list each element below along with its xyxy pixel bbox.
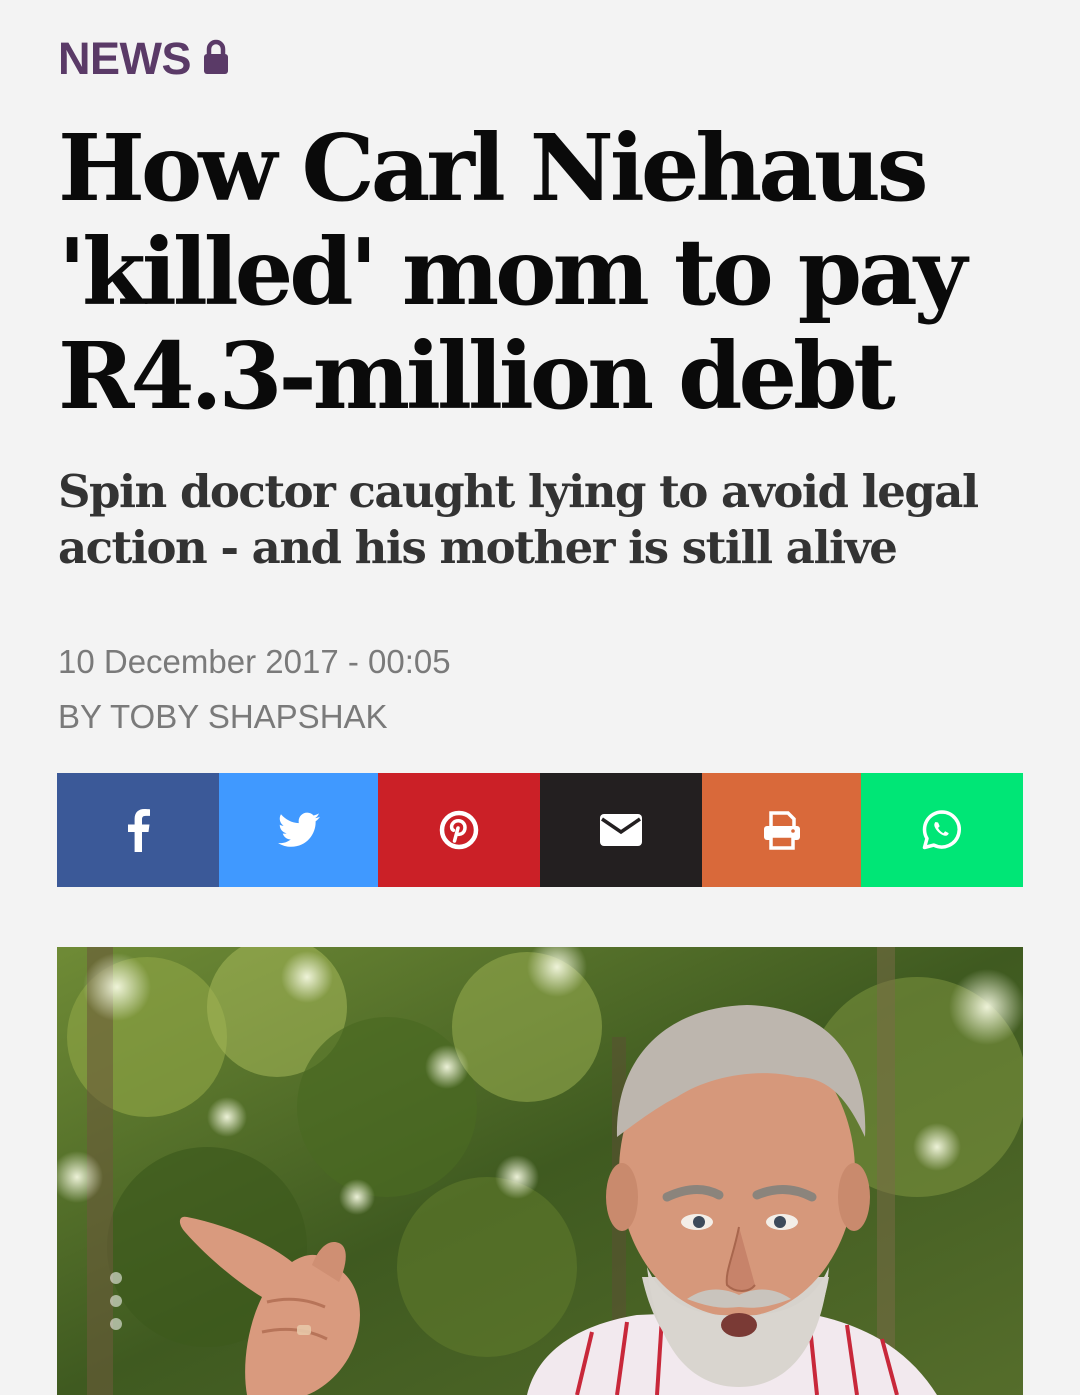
- article-date: 10 December 2017 - 00:05: [58, 643, 451, 680]
- article-subheadline: Spin doctor caught lying to avoid legal …: [58, 465, 979, 574]
- email-share-button[interactable]: [540, 773, 702, 887]
- pinterest-share-button[interactable]: [378, 773, 540, 887]
- share-bar: [57, 773, 1023, 887]
- article-photo[interactable]: [57, 947, 1023, 1395]
- facebook-share-button[interactable]: [57, 773, 219, 887]
- printer-icon: [761, 809, 803, 851]
- section-name[interactable]: NEWS: [58, 36, 192, 81]
- article-page: NEWS How Carl Niehaus 'killed' mom to pa…: [0, 0, 1080, 1395]
- twitter-share-button[interactable]: [219, 773, 378, 887]
- carousel-dots[interactable]: [106, 1268, 126, 1338]
- article-byline[interactable]: BY TOBY SHAPSHAK: [58, 700, 388, 733]
- article-headline: How Carl Niehaus 'killed' mom to pay R4.…: [58, 114, 967, 430]
- section-label[interactable]: NEWS: [58, 30, 231, 86]
- pinterest-icon: [439, 810, 479, 850]
- twitter-icon: [277, 812, 320, 848]
- whatsapp-icon: [921, 809, 963, 851]
- facebook-icon: [125, 808, 151, 852]
- lock-icon: [201, 38, 231, 78]
- whatsapp-share-button[interactable]: [861, 773, 1023, 887]
- envelope-icon: [598, 812, 644, 848]
- article-photo-illustration: [57, 947, 1023, 1395]
- print-share-button[interactable]: [702, 773, 861, 887]
